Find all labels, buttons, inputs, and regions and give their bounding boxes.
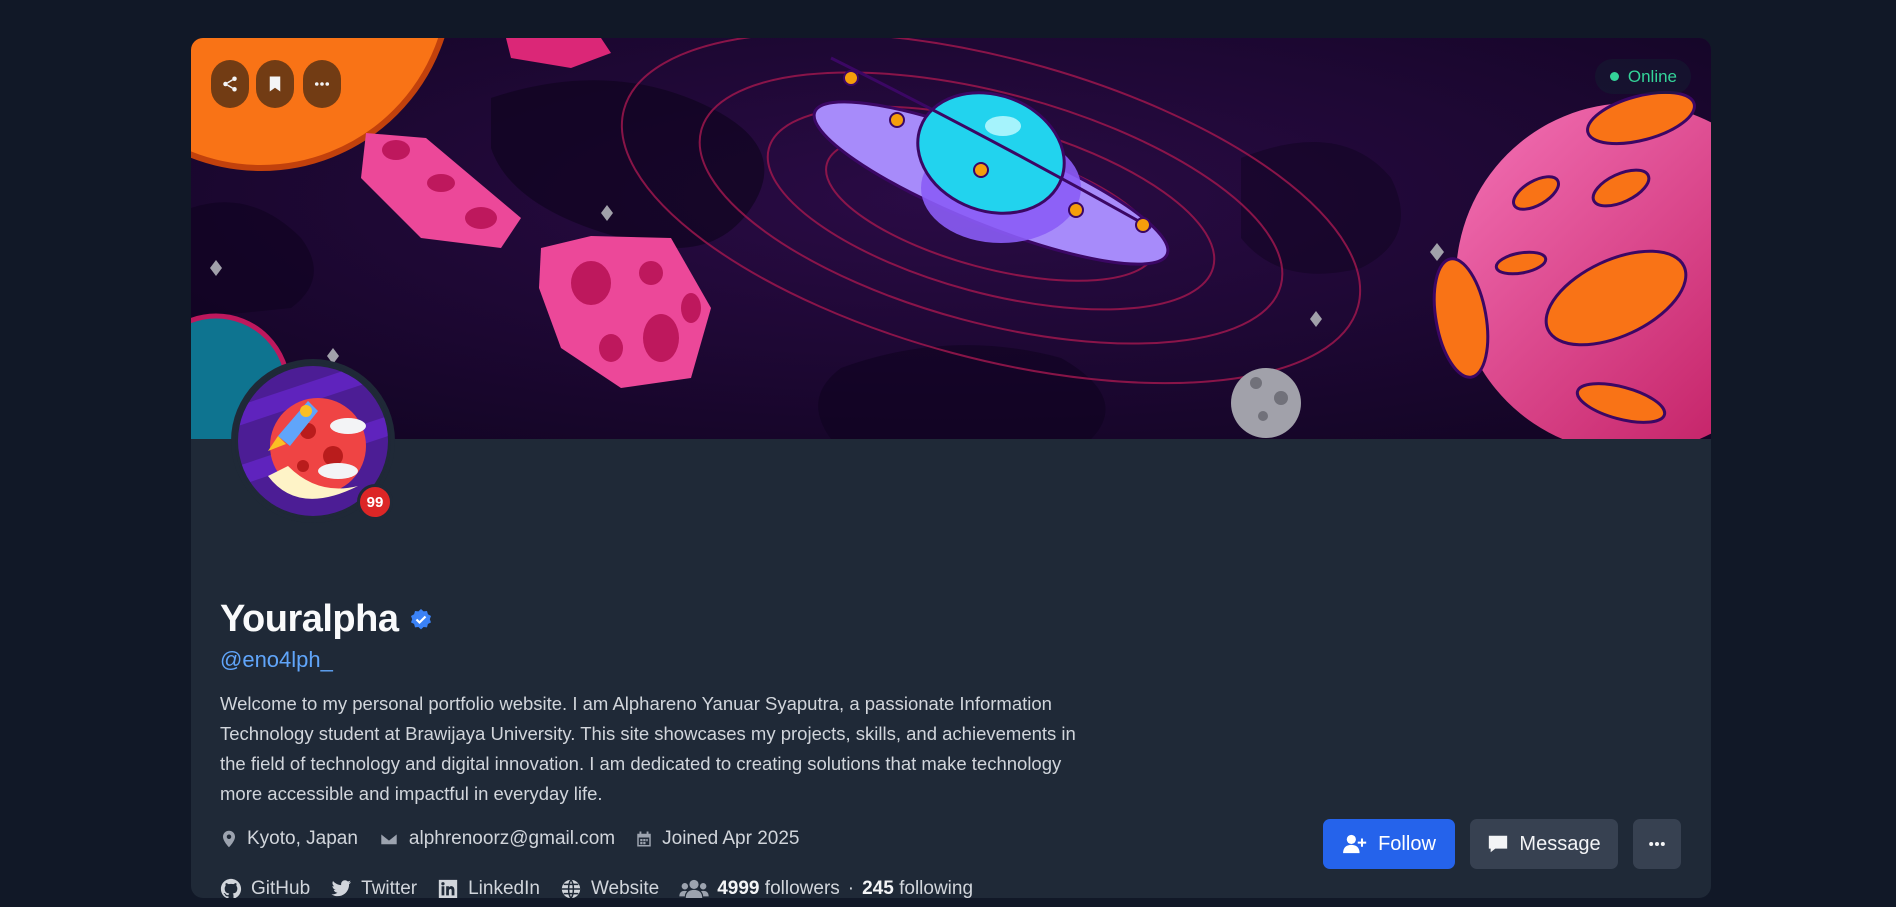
ellipsis-icon [314, 82, 330, 86]
follow-stats: 4999 followers · 245 following [679, 878, 973, 898]
following-label: following [899, 878, 974, 898]
following-count: 245 [862, 878, 894, 898]
joined-item: Joined Apr 2025 [635, 828, 799, 850]
profile-card: Online 99 Youralpha @eno4lph_ Welcome to… [191, 38, 1711, 898]
github-label: GitHub [251, 878, 311, 898]
location-text: Kyoto, Japan [247, 828, 358, 849]
linkedin-icon [438, 879, 458, 898]
space-banner-illustration [191, 38, 1711, 439]
verified-badge-icon [410, 608, 431, 629]
share-icon [223, 76, 237, 92]
more-actions-button[interactable] [1633, 819, 1681, 869]
message-button[interactable]: Message [1470, 819, 1618, 869]
twitter-icon [331, 880, 352, 897]
bookmark-icon [269, 76, 281, 92]
email-item[interactable]: alphrenoorz@gmail.com [378, 828, 615, 850]
website-link[interactable]: Website [560, 878, 659, 898]
stats-separator: · [847, 878, 855, 898]
banner-more-button[interactable] [303, 60, 341, 108]
profile-name: Youralpha [220, 598, 399, 640]
notification-count-badge: 99 [357, 484, 393, 520]
linkedin-link[interactable]: LinkedIn [437, 878, 540, 898]
profile-meta-row: Kyoto, Japan alphrenoorz@gmail.com Joine… [220, 828, 819, 850]
users-icon [679, 879, 709, 898]
map-pin-icon [223, 830, 235, 848]
profile-banner: Online [191, 38, 1711, 439]
calendar-icon [637, 831, 651, 847]
github-link[interactable]: GitHub [220, 878, 310, 898]
joined-text: Joined Apr 2025 [662, 828, 800, 849]
github-icon [220, 878, 242, 898]
follow-button[interactable]: Follow [1323, 819, 1455, 869]
profile-links-row: GitHub Twitter LinkedIn Website 4999 fol… [220, 878, 973, 898]
bookmark-button[interactable] [256, 60, 294, 108]
share-button[interactable] [211, 60, 249, 108]
following-stat[interactable]: 245 following [862, 878, 973, 898]
followers-label: followers [764, 878, 840, 898]
online-dot-icon [1609, 72, 1619, 81]
profile-handle[interactable]: @eno4lph_ [220, 647, 333, 673]
ellipsis-icon [1649, 842, 1665, 846]
online-status-label: Online [1627, 66, 1677, 86]
profile-name-row: Youralpha [220, 598, 433, 641]
website-label: Website [590, 878, 660, 898]
linkedin-label: LinkedIn [468, 878, 540, 898]
follow-label: Follow [1378, 832, 1436, 855]
profile-bio: Welcome to my personal portfolio website… [220, 693, 1076, 804]
message-icon [1489, 835, 1508, 853]
location-item: Kyoto, Japan [220, 828, 358, 850]
followers-count: 4999 [717, 878, 760, 898]
followers-stat[interactable]: 4999 followers [717, 878, 840, 898]
globe-icon [561, 879, 581, 898]
user-plus-icon [1343, 834, 1367, 854]
online-status-badge: Online [1594, 59, 1691, 94]
email-text: alphrenoorz@gmail.com [408, 828, 616, 849]
envelope-icon [379, 832, 398, 846]
twitter-link[interactable]: Twitter [330, 878, 417, 898]
message-label: Message [1519, 832, 1601, 855]
twitter-label: Twitter [361, 878, 418, 898]
